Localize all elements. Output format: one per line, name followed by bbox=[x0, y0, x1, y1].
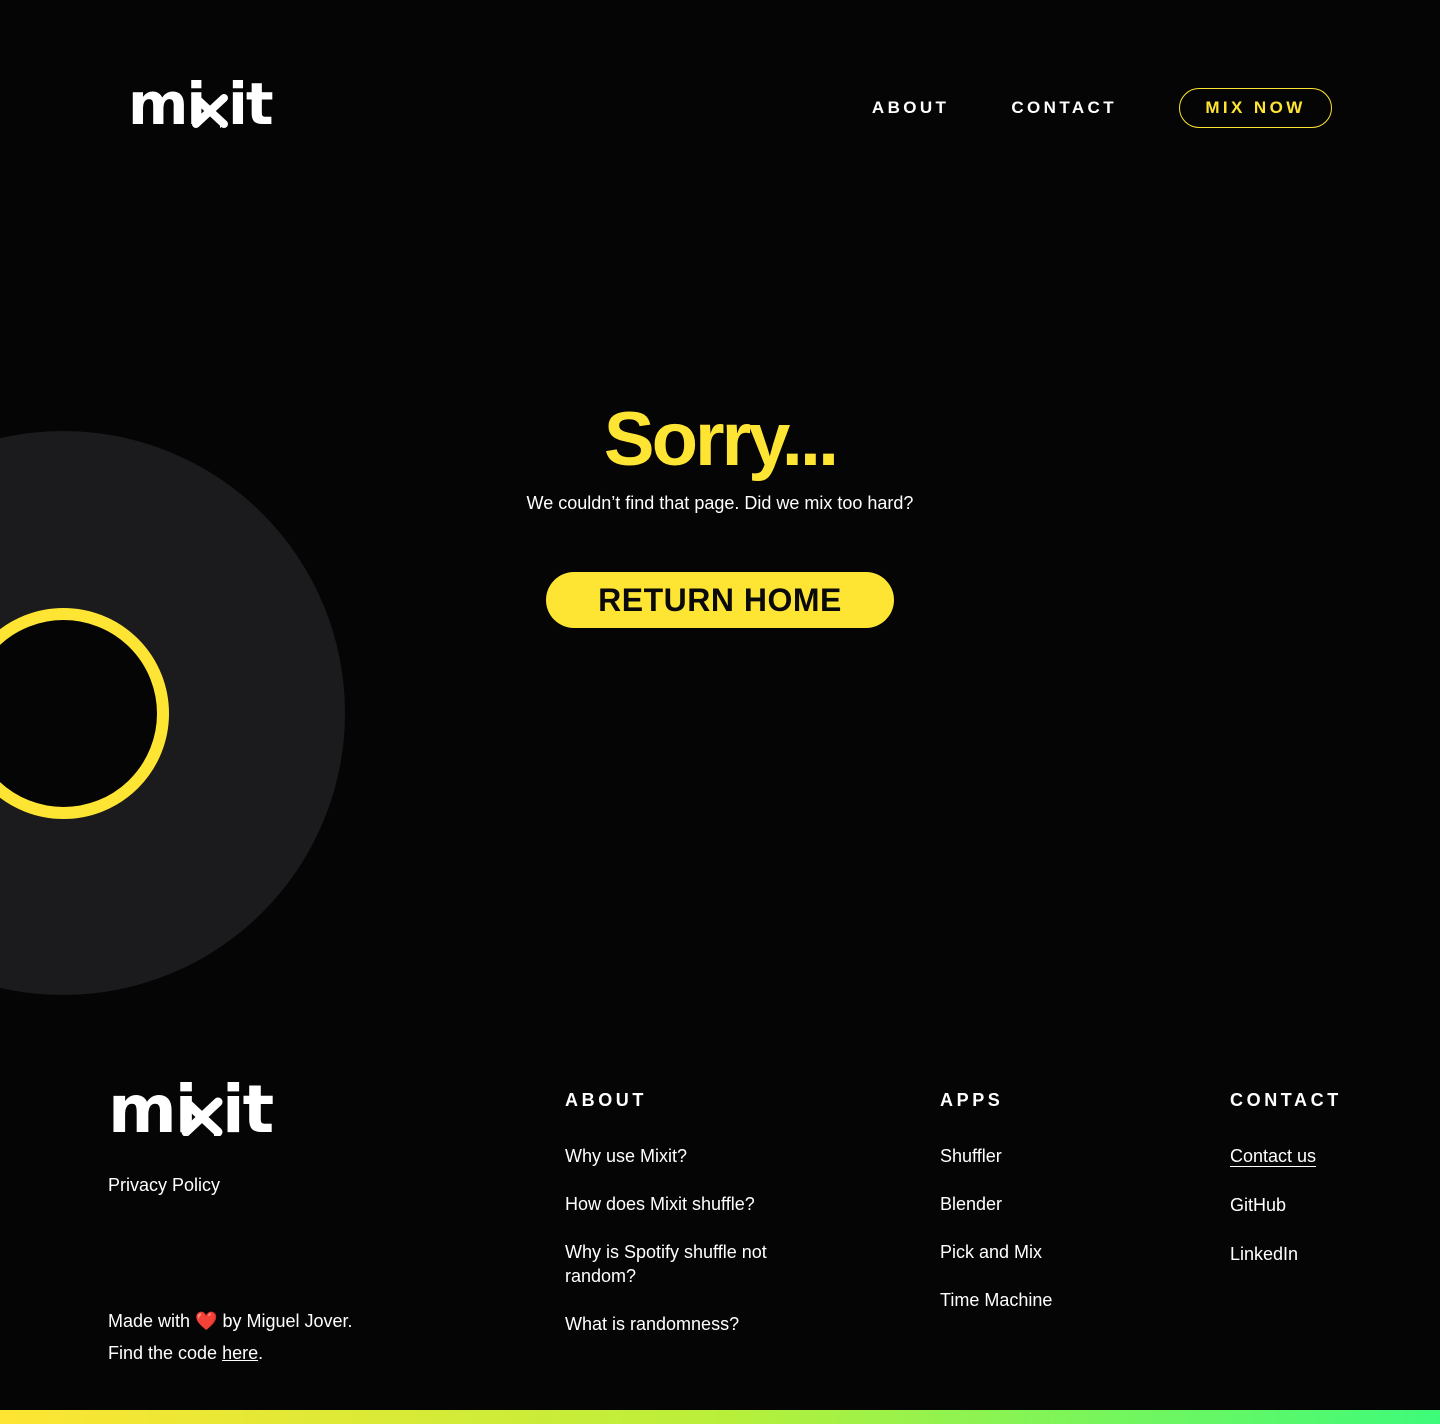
svg-text:mi: mi bbox=[128, 80, 204, 128]
footer-gradient-bar bbox=[0, 1410, 1440, 1424]
main-nav: ABOUT CONTACT MIX NOW bbox=[872, 88, 1332, 128]
footer-apps-heading: APPS bbox=[940, 1090, 1004, 1110]
footer-link-github[interactable]: GitHub bbox=[1230, 1193, 1342, 1217]
made-with-credit: Made with ❤️ by Miguel Jover. Find the c… bbox=[108, 1305, 353, 1369]
footer-link-shuffler[interactable]: Shuffler bbox=[940, 1144, 1052, 1168]
footer-link-spotify-shuffle[interactable]: Why is Spotify shuffle not random? bbox=[565, 1240, 785, 1288]
footer-about-heading: ABOUT bbox=[565, 1090, 647, 1110]
footer-column-about: ABOUT Why use Mixit? How does Mixit shuf… bbox=[565, 1090, 785, 1360]
mix-now-button[interactable]: MIX NOW bbox=[1179, 88, 1332, 128]
made-with-line: Made with ❤️ by Miguel Jover. bbox=[108, 1305, 353, 1337]
footer-contact-heading: CONTACT bbox=[1230, 1090, 1342, 1110]
error-subtitle: We couldn’t find that page. Did we mix t… bbox=[526, 493, 914, 513]
page: mi it ABOUT CONTACT MIX NOW Sorry... We … bbox=[0, 0, 1440, 1424]
footer-link-randomness[interactable]: What is randomness? bbox=[565, 1312, 785, 1336]
header-logo[interactable]: mi it bbox=[128, 80, 286, 128]
return-home-button[interactable]: RETURN HOME bbox=[546, 572, 894, 628]
error-title: Sorry... bbox=[603, 397, 839, 482]
mixit-logo-icon: mi it bbox=[128, 80, 275, 128]
find-code-suffix: . bbox=[258, 1343, 264, 1363]
made-with-suffix: by Miguel Jover. bbox=[222, 1311, 353, 1331]
code-here-link[interactable]: here bbox=[222, 1343, 258, 1363]
footer-link-blender[interactable]: Blender bbox=[940, 1192, 1052, 1216]
svg-text:it: it bbox=[228, 80, 273, 128]
made-with-prefix: Made with bbox=[108, 1311, 191, 1331]
svg-text:it: it bbox=[222, 1082, 274, 1136]
footer-link-how-shuffle[interactable]: How does Mixit shuffle? bbox=[565, 1192, 785, 1216]
footer-link-time-machine[interactable]: Time Machine bbox=[940, 1288, 1052, 1312]
nav-contact-link[interactable]: CONTACT bbox=[1011, 98, 1117, 118]
mixit-logo-icon: mi it bbox=[108, 1082, 276, 1136]
find-code-line: Find the code here. bbox=[108, 1337, 353, 1369]
nav-about-link[interactable]: ABOUT bbox=[872, 98, 949, 118]
footer-link-linkedin[interactable]: LinkedIn bbox=[1230, 1242, 1342, 1266]
footer-column-apps: APPS Shuffler Blender Pick and Mix Time … bbox=[940, 1090, 1052, 1336]
svg-text:mi: mi bbox=[108, 1082, 195, 1136]
heart-icon: ❤️ bbox=[195, 1311, 218, 1331]
footer-link-contact-us[interactable]: Contact us bbox=[1230, 1144, 1342, 1168]
footer-logo[interactable]: mi it bbox=[108, 1082, 290, 1136]
footer-link-why-use-mixit[interactable]: Why use Mixit? bbox=[565, 1144, 785, 1168]
footer-link-pick-and-mix[interactable]: Pick and Mix bbox=[940, 1240, 1052, 1264]
privacy-policy-link[interactable]: Privacy Policy bbox=[108, 1175, 220, 1196]
footer-column-contact: CONTACT Contact us GitHub LinkedIn bbox=[1230, 1090, 1342, 1291]
find-code-prefix: Find the code bbox=[108, 1343, 218, 1363]
